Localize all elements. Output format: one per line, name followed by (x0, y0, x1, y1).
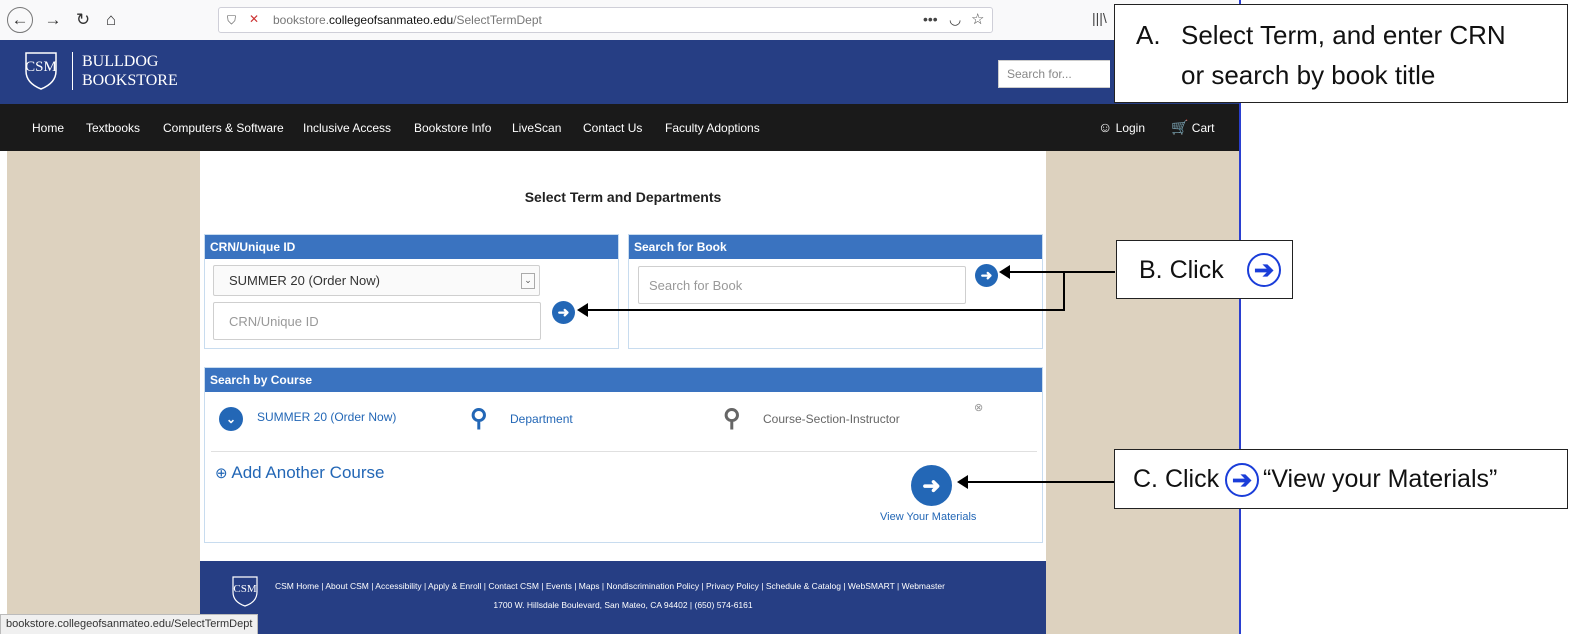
annotation-line-c (966, 481, 1114, 483)
insecure-lock-icon[interactable]: ✕ (249, 12, 259, 26)
home-icon[interactable]: ⌂ (98, 7, 124, 33)
course-search-box: Search by Course ⌄ SUMMER 20 (Order Now)… (204, 367, 1043, 543)
nav-item-faculty-adoptions[interactable]: Faculty Adoptions (665, 121, 760, 135)
chevron-down-circle-icon[interactable]: ⌄ (219, 407, 243, 431)
nav-item-livescan[interactable]: LiveScan (512, 121, 561, 135)
cart-icon: 🛒 (1171, 119, 1189, 135)
annotation-line-b-vertical (1063, 271, 1065, 311)
view-your-materials-link[interactable]: View Your Materials (880, 511, 976, 523)
course-section-search-icon[interactable]: ⚲ (723, 404, 741, 433)
reload-icon[interactable]: ↻ (70, 7, 96, 33)
callout-b-text: B. Click (1139, 256, 1224, 284)
book-search-go-arrow-icon[interactable]: ➜ (975, 264, 998, 287)
arrowhead-b-crn (577, 303, 588, 317)
callout-c-text: C. Click (1133, 465, 1220, 493)
chevron-down-icon[interactable]: ⌄ (521, 273, 535, 289)
callout-a: A. Select Term, and enter CRN or search … (1114, 4, 1568, 103)
csm-logo[interactable]: CSM (22, 49, 58, 90)
view-materials-arrow-icon[interactable]: ➜ (911, 465, 952, 506)
department-search-icon[interactable]: ⚲ (470, 404, 488, 433)
crn-box: CRN/Unique ID SUMMER 20 (Order Now) ⌄ CR… (204, 234, 619, 349)
book-search-input[interactable]: Search for Book (638, 266, 966, 304)
back-arrow-icon[interactable]: ← (7, 7, 33, 33)
callout-c: C. Click ➔ “View your Materials” (1114, 449, 1568, 509)
nav-item-textbooks[interactable]: Textbooks (86, 121, 140, 135)
address-bar[interactable]: ⛉ ✕ bookstore.collegeofsanmateo.edu/Sele… (218, 7, 993, 33)
login-link[interactable]: ☺ Login (1098, 119, 1145, 135)
shield-icon[interactable]: ⛉ (227, 13, 236, 28)
site-search-input[interactable]: Search for... (998, 60, 1110, 88)
course-term-select[interactable]: SUMMER 20 (Order Now) (257, 410, 396, 424)
remove-course-icon[interactable]: ⊗ (974, 401, 983, 414)
site-footer: CSM CSM Home | About CSM | Accessibility… (200, 561, 1046, 634)
browser-toolbar: ← → ↻ ⌂ ⛉ ✕ bookstore.collegeofsanmateo.… (0, 0, 1239, 41)
pocket-icon[interactable]: ◡ (949, 11, 961, 28)
more-actions-icon[interactable]: ••• (923, 11, 938, 27)
right-arrow-circle-icon: ➔ (1225, 463, 1259, 497)
book-search-header: Search for Book (629, 235, 1042, 259)
callout-c-suffix: “View your Materials” (1263, 465, 1498, 493)
page-title: Select Term and Departments (524, 189, 722, 205)
nav-item-inclusive-access[interactable]: Inclusive Access (303, 121, 391, 135)
nav-item-contact-us[interactable]: Contact Us (583, 121, 642, 135)
arrowhead-b-book (999, 265, 1010, 279)
course-divider (211, 451, 1037, 452)
right-arrow-circle-icon: ➔ (1247, 253, 1281, 287)
browser-window: ← → ↻ ⌂ ⛉ ✕ bookstore.collegeofsanmateo.… (0, 0, 1241, 634)
bookstore-wordmark[interactable]: BULLDOG BOOKSTORE (82, 52, 178, 90)
status-bar-url: bookstore.collegeofsanmateo.edu/SelectTe… (0, 614, 259, 634)
footer-address: 1700 W. Hillsdale Boulevard, San Mateo, … (493, 600, 753, 610)
callout-a-line1: Select Term, and enter CRN (1181, 20, 1506, 50)
main-nav: Home Textbooks Computers & Software Incl… (0, 104, 1239, 151)
book-search-box: Search for Book Search for Book ➜ (628, 234, 1043, 349)
svg-text:CSM: CSM (233, 583, 256, 595)
crn-input[interactable]: CRN/Unique ID (213, 302, 541, 340)
callout-a-line2: or search by book title (1181, 60, 1436, 90)
nav-item-home[interactable]: Home (32, 121, 64, 135)
course-section-select[interactable]: Course-Section-Instructor (763, 412, 900, 426)
course-search-header: Search by Course (205, 368, 1042, 392)
forward-arrow-icon[interactable]: → (40, 7, 66, 33)
annotation-line-b-bottom (586, 309, 1064, 311)
department-select[interactable]: Department (510, 412, 573, 426)
library-icon[interactable]: |||\ (1092, 10, 1107, 26)
crn-go-arrow-icon[interactable]: ➜ (552, 301, 575, 324)
nav-item-computers-software[interactable]: Computers & Software (163, 121, 284, 135)
url-text: bookstore.collegeofsanmateo.edu/SelectTe… (273, 13, 542, 27)
add-another-course-link[interactable]: ⊕ Add Another Course (215, 463, 384, 483)
crn-box-header: CRN/Unique ID (205, 235, 618, 259)
footer-links[interactable]: CSM Home | About CSM | Accessibility | A… (275, 581, 945, 591)
nav-item-bookstore-info[interactable]: Bookstore Info (414, 121, 491, 135)
svg-text:CSM: CSM (25, 59, 57, 75)
user-circle-icon: ☺ (1098, 119, 1113, 135)
callout-a-label: A. (1136, 20, 1161, 50)
cart-link[interactable]: 🛒 Cart (1171, 119, 1214, 136)
term-select[interactable]: SUMMER 20 (Order Now) ⌄ (213, 265, 540, 296)
plus-circle-icon: ⊕ (215, 465, 228, 482)
bookmark-star-icon[interactable]: ☆ (971, 10, 984, 28)
logo-divider (72, 52, 73, 90)
callout-b: B. Click ➔ (1116, 240, 1293, 299)
annotation-line-b-top (1007, 271, 1115, 273)
arrowhead-c (957, 475, 968, 489)
site-header: CSM BULLDOG BOOKSTORE Search for... (0, 40, 1239, 104)
